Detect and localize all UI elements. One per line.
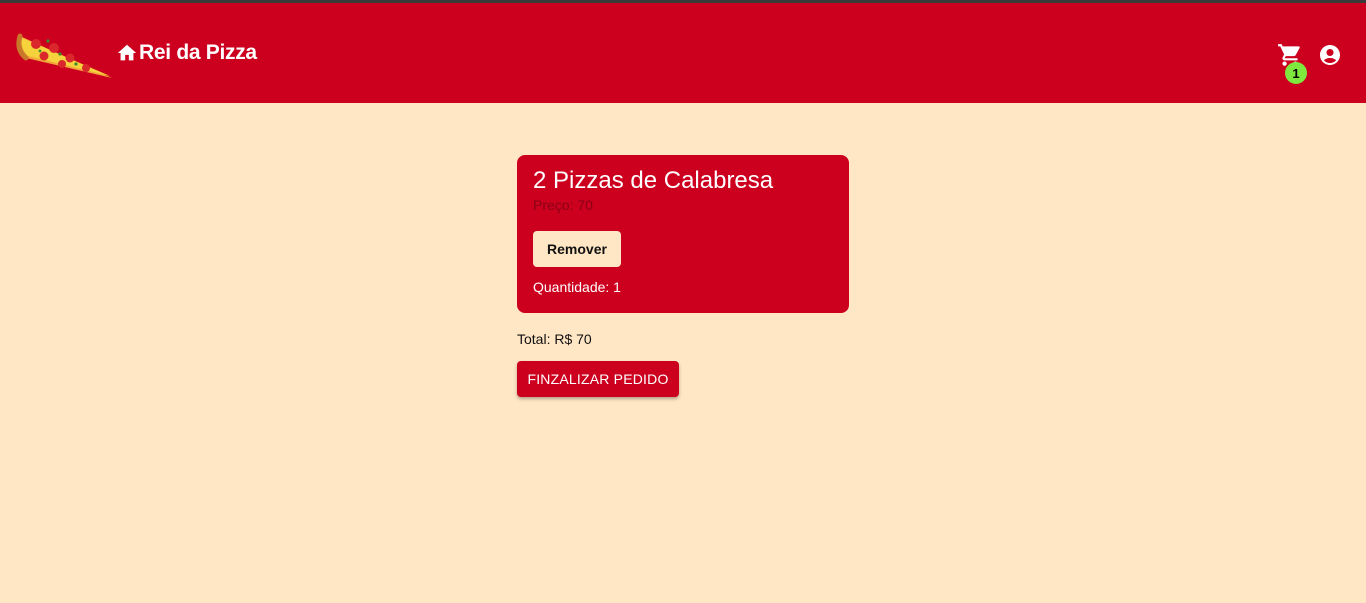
item-title: 2 Pizzas de Calabresa — [533, 167, 774, 194]
home-icon — [117, 44, 137, 61]
pizza-slice-icon — [14, 26, 116, 82]
brand-title: Rei da Pizza — [139, 41, 257, 64]
home-link[interactable]: Rei da Pizza — [116, 39, 257, 67]
account-circle-icon — [1320, 45, 1340, 65]
item-price: Preço: 70 — [533, 197, 593, 213]
checkout-button[interactable]: FINZALIZAR PEDIDO — [517, 361, 679, 397]
remove-button[interactable]: Remover — [533, 231, 621, 267]
account-button[interactable] — [1318, 43, 1342, 67]
app-bar: Rei da Pizza 1 — [0, 3, 1366, 103]
item-quantity: Quantidade: 1 — [533, 279, 621, 295]
cart-count-badge: 1 — [1285, 62, 1307, 84]
cart-item-card: 2 Pizzas de Calabresa Preço: 70 Remover … — [517, 155, 849, 313]
order-total: Total: R$ 70 — [517, 331, 592, 347]
